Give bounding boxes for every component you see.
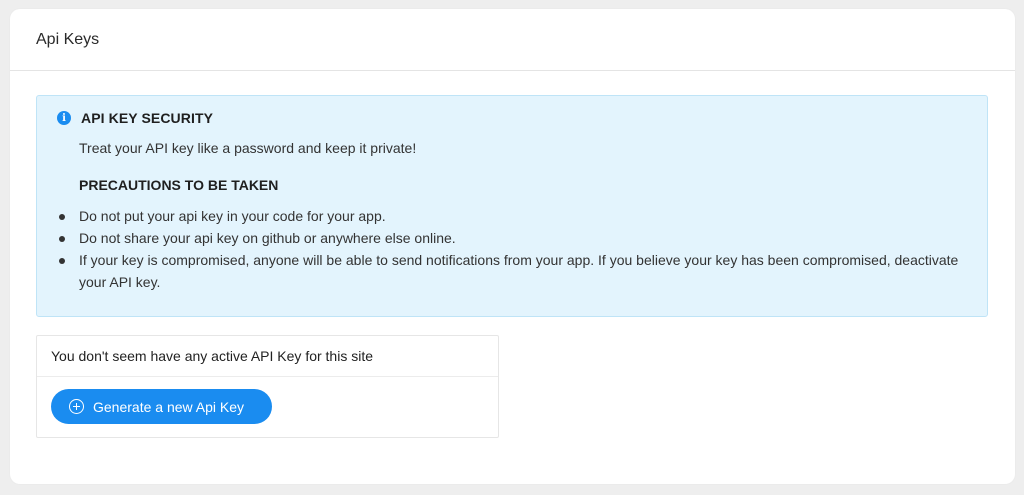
alert-title-row: i API KEY SECURITY xyxy=(57,110,967,126)
card-header: Api Keys xyxy=(10,9,1015,71)
precautions-list: Do not put your api key in your code for… xyxy=(57,205,967,293)
info-icon: i xyxy=(57,111,71,125)
generate-api-key-button[interactable]: Generate a new Api Key xyxy=(51,389,272,424)
list-item: If your key is compromised, anyone will … xyxy=(57,249,967,293)
empty-keys-message: You don't seem have any active API Key f… xyxy=(51,348,374,364)
plus-circle-icon xyxy=(69,399,84,414)
alert-description: Treat your API key like a password and k… xyxy=(79,140,417,156)
api-key-box: You don't seem have any active API Key f… xyxy=(36,335,499,438)
generate-api-key-label: Generate a new Api Key xyxy=(93,398,244,415)
api-key-box-header: You don't seem have any active API Key f… xyxy=(37,336,498,377)
page-title: Api Keys xyxy=(36,30,100,48)
precautions-title: PRECAUTIONS TO BE TAKEN xyxy=(79,177,279,193)
list-item: Do not share your api key on github or a… xyxy=(57,227,967,249)
alert-title: API KEY SECURITY xyxy=(81,110,214,126)
api-keys-card: Api Keys i API KEY SECURITY Treat your A… xyxy=(10,9,1015,484)
security-alert: i API KEY SECURITY Treat your API key li… xyxy=(36,95,988,317)
list-item: Do not put your api key in your code for… xyxy=(57,205,967,227)
